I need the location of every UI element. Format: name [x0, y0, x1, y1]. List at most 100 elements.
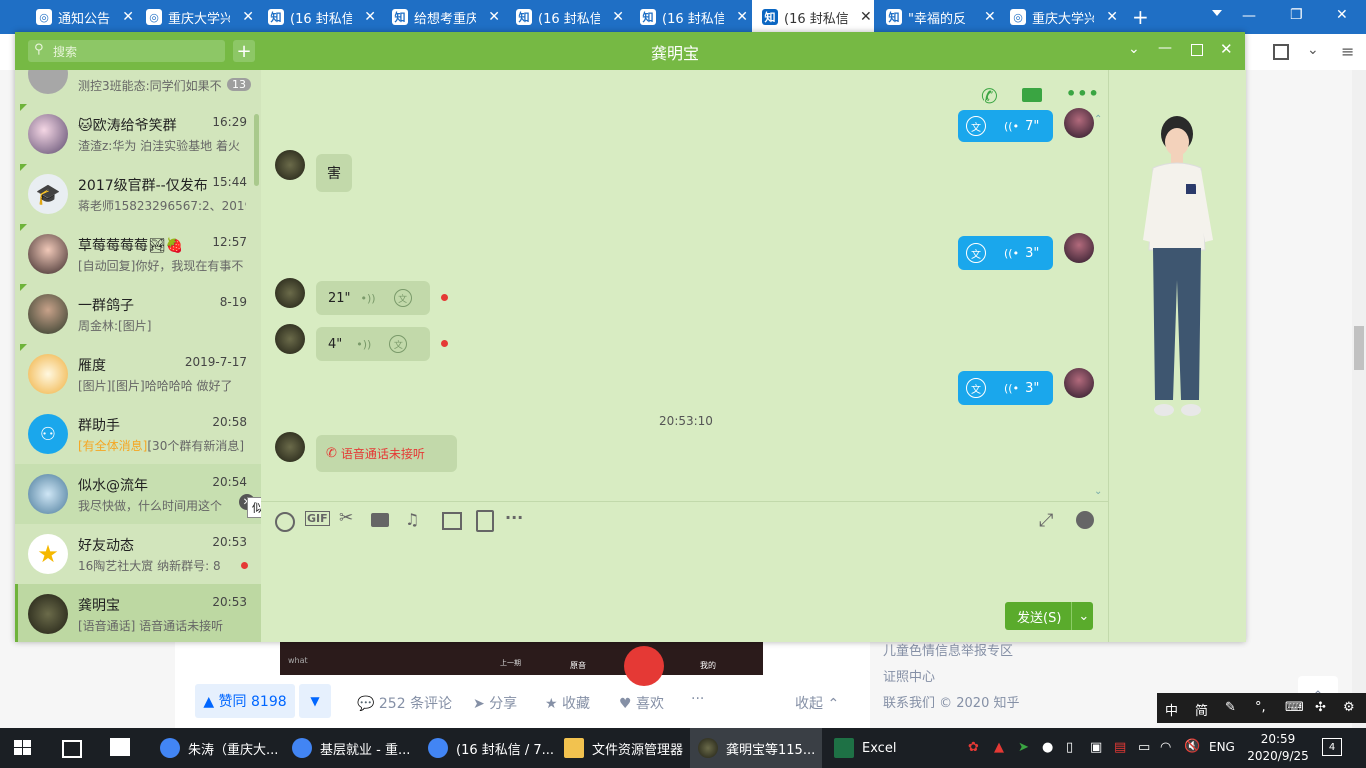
- voice-message-received[interactable]: 4" •)) 文: [316, 327, 430, 361]
- pen-icon[interactable]: ✎: [1225, 700, 1236, 715]
- message-input[interactable]: [271, 540, 1101, 630]
- downvote-button[interactable]: ▼: [299, 684, 331, 718]
- send-button[interactable]: 发送(S) ⌄: [1005, 602, 1093, 630]
- contact-item[interactable]: 🎓 2017级官群--仅发布 15:44 蒋老师15823296567:2、20…: [15, 164, 261, 224]
- tab-list-chevron-icon[interactable]: [1212, 10, 1222, 16]
- menu-icon[interactable]: ≡: [1341, 42, 1354, 61]
- contact-item[interactable]: 🐱欧涛给爷笑群 16:29 渣渣z:华为 泊洼实验基地 着火: [15, 104, 261, 164]
- voice-message-sent[interactable]: 文 ((• 3": [958, 371, 1053, 405]
- tray-app-icon[interactable]: ➤: [1018, 740, 1029, 755]
- video-call-icon[interactable]: [1022, 88, 1042, 102]
- taskbar-app-active[interactable]: 龚明宝等115...: [690, 728, 822, 768]
- history-clock-icon[interactable]: [1076, 511, 1094, 529]
- task-view-icon[interactable]: [62, 740, 82, 758]
- search-input[interactable]: ⚲ 搜索: [28, 40, 225, 62]
- close-tab-icon[interactable]: ✕: [242, 9, 254, 25]
- upvote-button[interactable]: ▲ 赞同 8198: [195, 684, 295, 718]
- phone-call-icon[interactable]: ✆: [981, 84, 998, 108]
- restore-window-button[interactable]: ❐: [1290, 7, 1303, 23]
- minimize-window-button[interactable]: —: [1242, 8, 1256, 24]
- close-tab-icon[interactable]: ✕: [1106, 9, 1118, 25]
- close-tab-icon[interactable]: ✕: [984, 9, 996, 25]
- expand-icon[interactable]: ⤢: [1039, 510, 1053, 531]
- windows-start-icon[interactable]: [14, 740, 32, 756]
- footer-link[interactable]: 证照中心: [883, 666, 935, 685]
- taskbar-app[interactable]: 基层就业 - 重...: [284, 728, 410, 768]
- tray-app-icon[interactable]: ✿: [968, 740, 979, 755]
- taskbar-app[interactable]: Excel: [826, 728, 926, 768]
- minimize-button[interactable]: —: [1158, 40, 1172, 56]
- contact-avatar[interactable]: [275, 432, 305, 462]
- punctuation-icon[interactable]: °,: [1255, 700, 1266, 715]
- contact-avatar[interactable]: [275, 278, 305, 308]
- network-icon[interactable]: ▭: [1138, 740, 1150, 755]
- ime-simplified-toggle[interactable]: 简: [1195, 700, 1208, 719]
- share-button[interactable]: ➤ 分享: [473, 693, 517, 713]
- close-tab-icon[interactable]: ✕: [488, 9, 500, 25]
- contact-item-selected[interactable]: 龚明宝 20:53 [语音通话] 语音通话未接听: [15, 584, 261, 642]
- clock-date[interactable]: 2020/9/25: [1244, 749, 1312, 763]
- contact-item[interactable]: 一群鸽子 8-19 周金林:[图片]: [15, 284, 261, 344]
- footer-link[interactable]: 联系我们 © 2020 知乎: [883, 692, 1019, 711]
- voice-message-received[interactable]: 21" •)) 文: [316, 281, 430, 315]
- contact-item[interactable]: 似水@流年 20:54 我尽快做，什么时间用这个: [15, 464, 261, 524]
- contact-list-scrollbar[interactable]: [254, 114, 259, 186]
- favorite-button[interactable]: ★ 收藏: [545, 693, 590, 713]
- browser-tab[interactable]: ◎ 重庆大学兴 ✕: [136, 0, 254, 34]
- tray-app-icon[interactable]: ▣: [1090, 740, 1102, 755]
- chevron-down-icon[interactable]: ⌄: [1128, 41, 1140, 57]
- close-tab-icon[interactable]: ✕: [736, 9, 748, 25]
- browser-tab[interactable]: 知 (16 封私信 ✕: [258, 0, 376, 34]
- music-icon[interactable]: ♫: [405, 510, 419, 529]
- emoji-icon[interactable]: [275, 512, 295, 532]
- browser-tab[interactable]: 知 给想考重庆 ✕: [382, 0, 500, 34]
- contact-item[interactable]: 草莓莓莓莓🏞🍓 12:57 [自动回复]你好，我现在有事不: [15, 224, 261, 284]
- contact-avatar[interactable]: [275, 324, 305, 354]
- shake-icon[interactable]: [476, 510, 494, 532]
- scroll-down-icon[interactable]: ⌄: [1094, 486, 1102, 497]
- page-scrollbar[interactable]: [1352, 70, 1366, 728]
- add-button[interactable]: +: [233, 40, 255, 62]
- text-message-received[interactable]: 害: [316, 154, 352, 192]
- close-window-button[interactable]: ✕: [1336, 7, 1348, 23]
- taskbar-app[interactable]: (16 封私信 / 7...: [420, 728, 554, 768]
- microphone-icon[interactable]: [624, 646, 664, 686]
- video-player-strip[interactable]: what 上一期 原音 我的: [280, 642, 763, 686]
- comments-button[interactable]: 💬 252 条评论: [357, 693, 452, 713]
- chevron-down-icon[interactable]: ⌄: [1307, 42, 1319, 58]
- maximize-button[interactable]: [1191, 44, 1203, 56]
- crop-icon[interactable]: [1273, 44, 1289, 60]
- voice-message-sent[interactable]: 文 ((• 3": [958, 236, 1053, 270]
- like-button[interactable]: ♥ 喜欢: [619, 693, 664, 713]
- my-avatar[interactable]: [1064, 233, 1094, 263]
- keyboard-icon[interactable]: ⌨: [1285, 700, 1304, 715]
- browser-tab-active[interactable]: 知 (16 封私信 ✕: [752, 0, 874, 34]
- tray-app-icon[interactable]: ▤: [1114, 740, 1126, 755]
- contact-item[interactable]: ⚇ 群助手 20:58 [有全体消息][30个群有新消息]: [15, 404, 261, 464]
- contact-item[interactable]: 测控3班能态:同学们如果不 13: [15, 70, 261, 104]
- collapse-button[interactable]: 收起 ⌃: [795, 693, 839, 713]
- store-icon[interactable]: [110, 738, 130, 756]
- contact-item[interactable]: 雁度 2019-7-17 [图片][图片]哈哈哈哈 做好了: [15, 344, 261, 404]
- translate-icon[interactable]: 文: [966, 116, 986, 136]
- clock-time[interactable]: 20:59: [1250, 732, 1306, 746]
- wifi-icon[interactable]: ◠: [1160, 740, 1171, 755]
- voice-message-sent[interactable]: 文 ((• 7": [958, 110, 1053, 142]
- translate-icon[interactable]: 文: [389, 335, 408, 353]
- scissors-icon[interactable]: ✂: [339, 508, 353, 528]
- browser-tab[interactable]: 知 (16 封私信 ✕: [506, 0, 624, 34]
- ime-lang-toggle[interactable]: 中: [1165, 700, 1178, 719]
- gear-icon[interactable]: ⚙: [1343, 700, 1355, 715]
- contact-item[interactable]: ★ 好友动态 20:53 16陶艺社大賔 纳新群号: 8: [15, 524, 261, 584]
- browser-tab[interactable]: ◎ 通知公告-重 ✕: [26, 0, 134, 34]
- my-avatar[interactable]: [1064, 108, 1094, 138]
- taskbar-app[interactable]: 朱涛（重庆大...: [152, 728, 278, 768]
- folder-icon[interactable]: [371, 513, 389, 527]
- browser-tab[interactable]: 知 "幸福的反 ✕: [876, 0, 998, 34]
- more-options-icon[interactable]: •••: [1066, 84, 1100, 103]
- volume-muted-icon[interactable]: 🔇: [1184, 739, 1200, 754]
- footer-link[interactable]: 儿童色情信息举报专区: [883, 640, 1013, 659]
- tools-icon[interactable]: ✣: [1315, 700, 1326, 715]
- browser-tab[interactable]: 知 (16 封私信 ✕: [630, 0, 748, 34]
- taskbar-app[interactable]: 文件资源管理器: [556, 728, 686, 768]
